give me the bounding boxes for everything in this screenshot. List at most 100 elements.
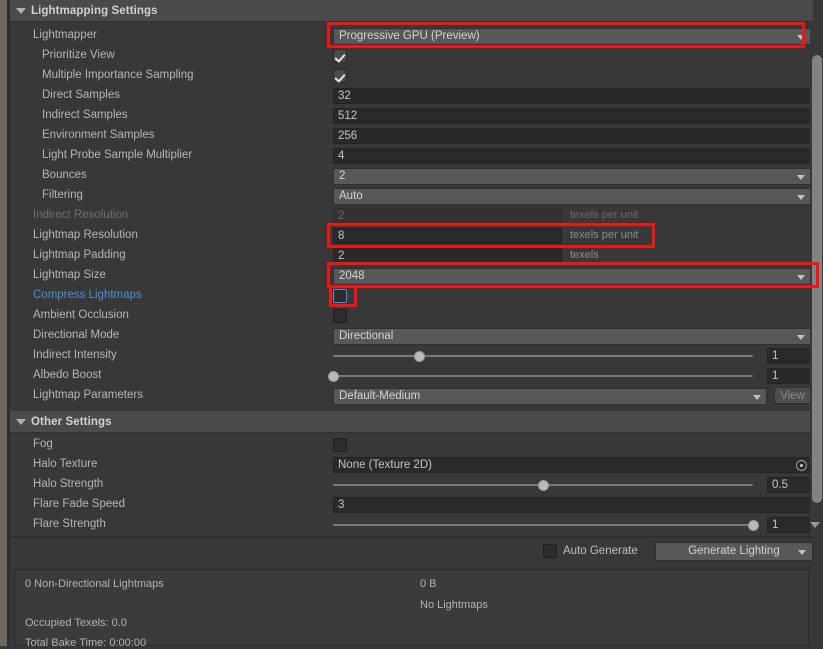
dropdown-lightmap-size[interactable]: 2048 [333, 268, 811, 285]
object-field-halo-texture[interactable]: None (Texture 2D) [333, 457, 811, 473]
label-halo-strength: Halo Strength [33, 478, 104, 490]
status-size: 0 B [420, 578, 437, 590]
row-indirect-samples: Indirect Samples 512 [10, 106, 813, 126]
auto-generate-label: Auto Generate [563, 545, 638, 557]
row-flare-fade-speed: Flare Fade Speed 3 [10, 495, 813, 515]
input-light-probe-sample-multiplier[interactable]: 4 [333, 148, 811, 164]
triangle-down-icon[interactable] [16, 417, 26, 426]
slider-knob-halo-strength[interactable] [538, 480, 549, 491]
dropdown-value-lightmap-size: 2048 [339, 270, 365, 282]
label-lightmap-size: Lightmap Size [33, 269, 106, 281]
section-header-other[interactable]: Other Settings [10, 411, 813, 433]
slider-track-albedo-boost[interactable] [333, 375, 753, 377]
generate-lighting-label: Generate Lighting [688, 545, 780, 557]
checkbox-multiple-importance-sampling[interactable] [333, 69, 347, 83]
generate-lighting-button[interactable]: Generate Lighting [655, 542, 813, 561]
row-directional-mode: Directional Mode Directional [10, 326, 813, 346]
label-multiple-importance-sampling: Multiple Importance Sampling [42, 69, 194, 81]
row-bounces: Bounces 2 [10, 166, 813, 186]
section-title-lightmapping: Lightmapping Settings [31, 4, 158, 17]
row-compress-lightmaps: Compress Lightmaps [10, 286, 813, 306]
row-prioritize-view: Prioritize View [10, 46, 813, 66]
slider-track-flare-strength[interactable] [333, 524, 753, 526]
triangle-down-icon[interactable] [810, 522, 820, 528]
row-multiple-importance-sampling: Multiple Importance Sampling [10, 66, 813, 86]
row-lightmapper: Lightmapper Progressive GPU (Preview) [10, 26, 813, 46]
row-halo-texture: Halo Texture None (Texture 2D) [10, 455, 813, 475]
label-lightmap-parameters: Lightmap Parameters [33, 389, 143, 401]
section-header-lightmapping[interactable]: Lightmapping Settings [10, 0, 813, 22]
dropdown-filtering[interactable]: Auto [333, 188, 811, 205]
input-indirect-resolution[interactable]: 2 [333, 208, 562, 224]
input-environment-samples[interactable]: 256 [333, 128, 811, 144]
status-occupied-texels: Occupied Texels: 0.0 [25, 617, 127, 629]
input-direct-samples[interactable]: 32 [333, 88, 811, 104]
slider-knob-albedo-boost[interactable] [328, 371, 339, 382]
object-field-value-halo-texture: None (Texture 2D) [338, 459, 432, 471]
checkbox-prioritize-view[interactable] [333, 49, 347, 63]
label-albedo-boost: Albedo Boost [33, 369, 102, 381]
auto-generate-checkbox[interactable] [543, 544, 557, 558]
row-halo-strength: Halo Strength 0.5 [10, 475, 813, 495]
object-picker-icon[interactable] [796, 460, 807, 471]
dropdown-lightmap-parameters[interactable]: Default-Medium [333, 388, 767, 405]
slider-knob-indirect-intensity[interactable] [414, 351, 426, 362]
label-indirect-resolution: Indirect Resolution [33, 209, 129, 221]
input-flare-fade-speed[interactable]: 3 [333, 497, 811, 513]
input-lightmap-padding[interactable]: 2 [333, 248, 562, 264]
dropdown-directional-mode[interactable]: Directional [333, 328, 811, 345]
triangle-down-icon[interactable] [753, 395, 761, 400]
dropdown-value-lightmapper: Progressive GPU (Preview) [339, 30, 480, 42]
scrollbar-thumb[interactable] [812, 55, 822, 503]
slider-knob-flare-strength[interactable] [748, 520, 759, 531]
dropdown-value-lightmap-parameters: Default-Medium [339, 390, 421, 402]
label-fog: Fog [33, 438, 53, 450]
slider-track-indirect-intensity[interactable] [333, 355, 753, 357]
input-albedo-boost[interactable]: 1 [767, 368, 813, 384]
label-environment-samples: Environment Samples [42, 129, 155, 141]
label-lightmap-padding: Lightmap Padding [33, 249, 126, 261]
unit-lightmap-resolution: texels per unit [570, 229, 639, 241]
input-indirect-samples[interactable]: 512 [333, 108, 811, 124]
view-button[interactable]: View [774, 387, 811, 404]
input-flare-strength[interactable]: 1 [767, 517, 813, 533]
input-indirect-intensity[interactable]: 1 [767, 348, 813, 364]
triangle-down-icon[interactable] [16, 6, 26, 15]
triangle-down-icon[interactable] [797, 35, 805, 40]
label-halo-texture: Halo Texture [33, 458, 98, 470]
triangle-down-icon[interactable] [797, 195, 805, 200]
status-no-lightmaps: No Lightmaps [420, 599, 488, 611]
label-bounces: Bounces [42, 169, 87, 181]
triangle-down-icon[interactable] [797, 275, 805, 280]
triangle-down-icon[interactable] [797, 335, 805, 340]
label-compress-lightmaps[interactable]: Compress Lightmaps [33, 289, 142, 301]
triangle-down-icon[interactable] [798, 550, 806, 555]
label-lightmapper: Lightmapper [33, 29, 97, 41]
checkbox-fog[interactable] [333, 438, 347, 452]
row-indirect-resolution: Indirect Resolution 2 texels per unit [10, 206, 813, 226]
window-left-edge [0, 0, 7, 646]
label-light-probe-sample-multiplier: Light Probe Sample Multiplier [42, 149, 193, 161]
label-ambient-occlusion: Ambient Occlusion [33, 309, 129, 321]
row-flare-strength: Flare Strength 1 [10, 515, 813, 535]
input-lightmap-resolution[interactable]: 8 [333, 228, 562, 244]
dropdown-bounces[interactable]: 2 [333, 168, 811, 185]
input-halo-strength[interactable]: 0.5 [767, 477, 813, 493]
checkbox-ambient-occlusion[interactable] [333, 309, 347, 323]
unit-lightmap-padding: texels [570, 249, 599, 261]
row-ambient-occlusion: Ambient Occlusion [10, 306, 813, 326]
triangle-down-icon[interactable] [797, 175, 805, 180]
row-direct-samples: Direct Samples 32 [10, 86, 813, 106]
dropdown-value-bounces: 2 [339, 170, 346, 182]
row-albedo-boost: Albedo Boost 1 [10, 366, 813, 386]
label-flare-strength: Flare Strength [33, 518, 106, 530]
label-lightmap-resolution: Lightmap Resolution [33, 229, 138, 241]
label-prioritize-view: Prioritize View [42, 49, 115, 61]
bake-status-box: 0 Non-Directional Lightmaps 0 B No Light… [14, 569, 809, 649]
label-indirect-samples: Indirect Samples [42, 109, 128, 121]
row-indirect-intensity: Indirect Intensity 1 [10, 346, 813, 366]
vertical-scrollbar[interactable] [810, 22, 823, 535]
dropdown-lightmapper[interactable]: Progressive GPU (Preview) [333, 28, 811, 45]
inspector-panel: Lightmapping Settings Lightmapper Progres… [10, 0, 823, 649]
checkbox-compress-lightmaps[interactable] [333, 289, 347, 303]
